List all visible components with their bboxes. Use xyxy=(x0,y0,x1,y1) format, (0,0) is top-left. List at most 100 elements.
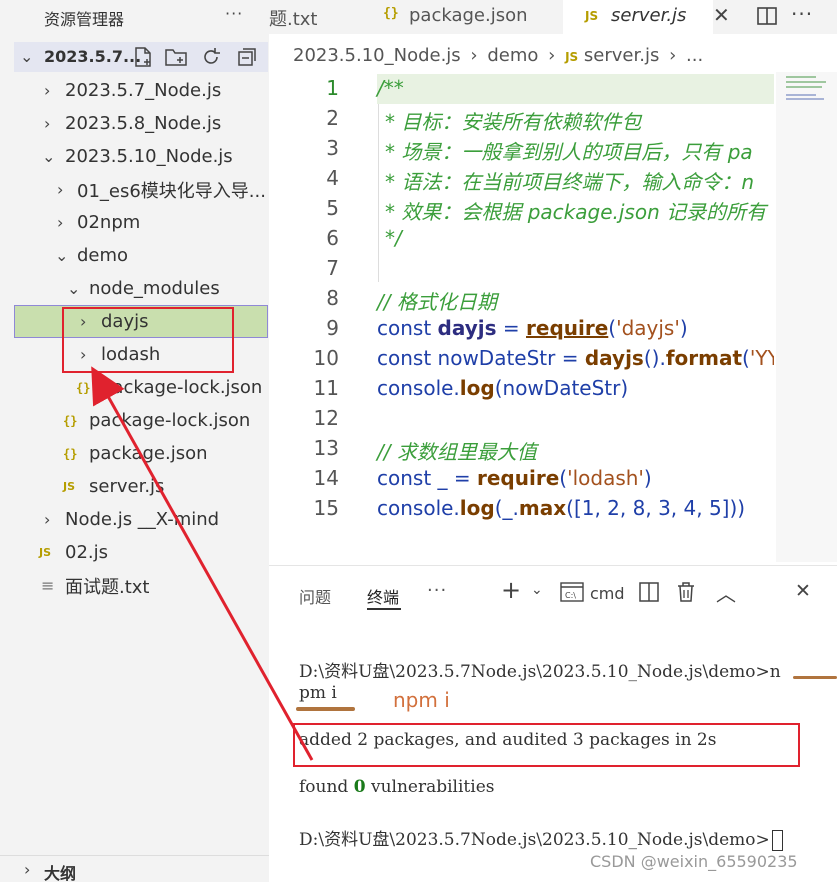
minimap[interactable] xyxy=(776,72,837,562)
new-file-icon[interactable] xyxy=(132,46,154,68)
chevron-right-icon: › xyxy=(44,510,51,529)
terminal-icon: C:\ xyxy=(560,582,584,602)
minimap-line xyxy=(786,98,824,100)
outline-label: 大纲 xyxy=(44,864,77,882)
split-editor-icon[interactable] xyxy=(756,5,778,27)
close-icon[interactable]: ✕ xyxy=(795,580,811,602)
tree-item-folder[interactable]: › 01_es6模块化导入导... xyxy=(0,173,269,206)
tree-item-label: Node.js __X-mind xyxy=(65,509,220,530)
plus-icon[interactable]: + xyxy=(501,576,521,604)
chevron-right-icon: › xyxy=(669,45,677,66)
tab-label: server.js xyxy=(611,5,687,26)
chevron-right-icon: › xyxy=(24,860,31,879)
explorer-more-button[interactable]: ··· xyxy=(225,4,243,23)
trash-icon[interactable] xyxy=(677,581,695,603)
chevron-down-icon: ⌄ xyxy=(55,246,69,265)
tree-item-folder[interactable]: ⌄ demo xyxy=(0,239,269,272)
tree-item-file[interactable]: {} package-lock.json xyxy=(0,404,269,437)
tab-label: package.json xyxy=(409,5,528,26)
breadcrumb-item[interactable]: ... xyxy=(686,45,703,66)
split-terminal-icon[interactable] xyxy=(639,582,659,602)
line-number: 7 xyxy=(326,256,339,280)
tree-item-folder[interactable]: ⌄ 2023.5.10_Node.js xyxy=(0,140,269,173)
code-token: console. xyxy=(377,376,460,400)
text-file-icon: ≡ xyxy=(41,576,55,595)
outline-section-header[interactable]: › 大纲 xyxy=(0,855,269,882)
code-token: dayjs xyxy=(437,316,497,340)
tree-item-file[interactable]: {} package.json xyxy=(0,437,269,470)
terminal-prompt: D:\资料U盘\2023.5.7Node.js\2023.5.10_Node.j… xyxy=(299,830,770,850)
tree-item-folder[interactable]: › 2023.5.7_Node.js xyxy=(0,74,269,107)
tab-interview-txt[interactable]: 题.txt xyxy=(269,0,369,34)
code-token: 'dayjs' xyxy=(616,316,680,340)
terminal-shell-label[interactable]: cmd xyxy=(590,584,625,603)
refresh-icon[interactable] xyxy=(200,46,222,68)
annotation-box-terminal xyxy=(293,723,800,767)
code-line: * 目标：安装所有依赖软件包 xyxy=(385,110,642,134)
workspace-root-label: 2023.5.7... xyxy=(44,47,142,66)
terminal-line[interactable]: D:\资料U盘\2023.5.7Node.js\2023.5.10_Node.j… xyxy=(299,825,783,851)
code-token: (nowDateStr) xyxy=(494,376,629,400)
tab-problems[interactable]: 问题 xyxy=(299,584,331,608)
annotation-note: npm i xyxy=(393,688,450,712)
collapse-all-icon[interactable] xyxy=(236,46,258,68)
code-token: = xyxy=(496,316,527,340)
code-editor[interactable]: 1 2 3 4 5 6 7 8 9 10 11 12 13 14 15 /** … xyxy=(269,72,774,562)
terminal-line: D:\资料U盘\2023.5.7Node.js\2023.5.10_Node.j… xyxy=(299,662,781,682)
tree-item-label: 面试题.txt xyxy=(65,576,150,598)
code-token: 'lodash' xyxy=(567,466,644,490)
chevron-down-icon[interactable]: ⌄ xyxy=(531,582,543,598)
editor-more-button[interactable]: ··· xyxy=(791,2,813,26)
tree-item-label: node_modules xyxy=(89,278,220,299)
breadcrumb-item[interactable]: 2023.5.10_Node.js xyxy=(293,45,461,66)
chevron-right-icon: › xyxy=(548,45,556,66)
new-folder-icon[interactable] xyxy=(164,46,188,68)
breadcrumb-item[interactable]: server.js xyxy=(584,45,659,66)
line-number: 11 xyxy=(313,376,339,400)
tree-item-file[interactable]: JS 02.js xyxy=(0,536,269,569)
line-number: 2 xyxy=(326,106,339,130)
code-token: const nowDateStr = xyxy=(377,346,585,370)
chevron-right-icon: › xyxy=(57,213,64,232)
terminal-text: vulnerabilities xyxy=(365,777,495,797)
code-token: (_. xyxy=(494,496,519,520)
code-line: * 效果：会根据 package.json 记录的所有 xyxy=(385,200,767,224)
tree-item-file[interactable]: {} package-lock.json xyxy=(0,371,269,404)
chevron-right-icon: › xyxy=(57,180,64,199)
tree-item-folder[interactable]: › 02npm xyxy=(0,206,269,239)
annotation-underline xyxy=(793,676,837,679)
chevron-up-icon[interactable]: ︿ xyxy=(716,578,736,607)
explorer-title: 资源管理器 xyxy=(44,10,125,29)
line-number: 4 xyxy=(326,166,339,190)
tree-item-label: package-lock.json xyxy=(101,377,263,398)
tree-item-file[interactable]: JS server.js xyxy=(0,470,269,503)
line-number: 5 xyxy=(326,196,339,220)
tree-item-file[interactable]: ≡ 面试题.txt xyxy=(0,569,269,602)
tree-item-folder[interactable]: › Node.js __X-mind xyxy=(0,503,269,536)
workspace-root-row[interactable]: ⌄ 2023.5.7... xyxy=(14,42,268,72)
close-icon[interactable]: ✕ xyxy=(713,3,730,27)
terminal-line: pm i xyxy=(299,683,337,703)
code-line: * 语法：在当前项目终端下，输入命令：n xyxy=(385,170,755,194)
panel-more-button[interactable]: ··· xyxy=(427,580,447,601)
tab-server-js[interactable]: JS server.js ✕ xyxy=(563,0,730,34)
code-line: console.log(nowDateStr) xyxy=(377,376,628,400)
tree-item-label: demo xyxy=(77,245,129,266)
code-token: console. xyxy=(377,496,460,520)
js-file-icon: JS xyxy=(63,480,76,493)
indent-guide xyxy=(378,104,379,282)
tab-package-json[interactable]: {} package.json xyxy=(379,0,559,34)
tree-item-folder[interactable]: ⌄ node_modules xyxy=(0,272,269,305)
line-number: 1 xyxy=(326,76,339,100)
tab-terminal[interactable]: 终端 xyxy=(367,584,399,608)
annotation-underline xyxy=(296,707,355,711)
code-line: const dayjs = require('dayjs') xyxy=(377,316,688,340)
code-token: log xyxy=(459,376,495,400)
line-number: 12 xyxy=(313,406,339,430)
code-line: console.log(_.max([1, 2, 8, 3, 4, 5])) xyxy=(377,496,745,520)
line-number: 14 xyxy=(313,466,339,490)
tree-item-folder[interactable]: › 2023.5.8_Node.js xyxy=(0,107,269,140)
tree-item-label: package.json xyxy=(89,443,208,464)
breadcrumb-item[interactable]: demo xyxy=(487,45,538,66)
active-tab-underline xyxy=(367,608,401,610)
